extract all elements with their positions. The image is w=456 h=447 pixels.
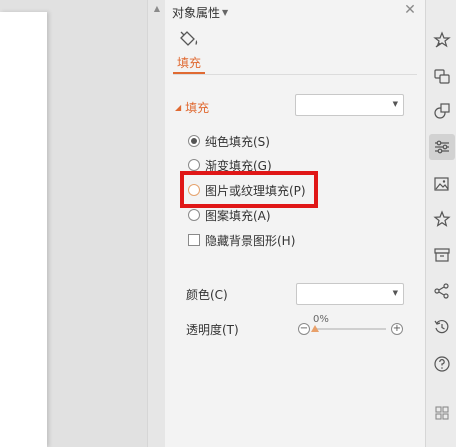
- panel-title-menu[interactable]: 对象属性 ▼: [172, 4, 228, 20]
- color-dropdown[interactable]: ▼: [296, 283, 404, 305]
- collapse-triangle-icon: ◢: [175, 103, 182, 112]
- magic-star-icon[interactable]: [429, 27, 455, 53]
- opacity-slider-track[interactable]: [315, 328, 386, 330]
- pattern-fill-radio[interactable]: [188, 209, 200, 221]
- solid-fill-option[interactable]: 纯色填充(S): [188, 132, 270, 150]
- tab-fill[interactable]: 填充: [177, 54, 201, 71]
- pattern-fill-label: 图案填充(A): [205, 208, 271, 223]
- collapse-up-icon[interactable]: ▲: [152, 4, 162, 14]
- fill-type-dropdown[interactable]: ▼: [295, 94, 404, 116]
- pattern-fill-option[interactable]: 图案填充(A): [188, 206, 271, 224]
- opacity-slider-thumb[interactable]: [311, 325, 319, 332]
- panel-splitter[interactable]: ▲: [147, 0, 165, 447]
- chevron-down-icon: ▼: [392, 289, 398, 297]
- close-icon[interactable]: ✕: [403, 3, 417, 17]
- switch-icon[interactable]: [429, 63, 455, 89]
- fill-section-toggle[interactable]: ◢ 填充: [175, 99, 209, 116]
- share-icon[interactable]: [429, 278, 455, 304]
- hide-background-checkbox[interactable]: [188, 234, 200, 246]
- chevron-down-icon: ▼: [222, 7, 229, 17]
- increase-opacity-button[interactable]: +: [391, 323, 403, 335]
- gradient-fill-radio[interactable]: [188, 159, 200, 171]
- color-label: 颜色(C): [186, 288, 228, 302]
- tab-divider: [173, 74, 417, 75]
- opacity-value: 0%: [313, 314, 329, 325]
- image-gallery-icon[interactable]: [429, 171, 455, 197]
- panel-title: 对象属性: [172, 5, 221, 20]
- opacity-label: 透明度(T): [186, 323, 239, 337]
- decrease-opacity-button[interactable]: −: [298, 323, 310, 335]
- hide-background-option[interactable]: 隐藏背景图形(H): [188, 231, 295, 249]
- fill-bucket-icon[interactable]: [177, 29, 199, 49]
- solid-fill-radio[interactable]: [188, 135, 200, 147]
- fill-section-title: 填充: [185, 101, 210, 115]
- adjust-sliders-icon[interactable]: [429, 134, 455, 160]
- star-icon[interactable]: [429, 206, 455, 232]
- right-toolbar: [425, 0, 456, 447]
- chevron-down-icon: ▼: [392, 100, 398, 108]
- shapes-icon[interactable]: [429, 98, 455, 124]
- opacity-slider-control: − 0% +: [298, 313, 406, 341]
- document-page[interactable]: [0, 12, 47, 447]
- document-canvas[interactable]: [0, 0, 147, 447]
- grid-apps-icon[interactable]: [429, 400, 455, 426]
- hide-background-label: 隐藏背景图形(H): [205, 233, 296, 248]
- help-icon[interactable]: [429, 351, 455, 377]
- archive-box-icon[interactable]: [429, 242, 455, 268]
- history-icon[interactable]: [429, 314, 455, 340]
- object-properties-panel: 对象属性 ▼ ✕ 填充 ◢ 填充 ▼ 纯色填充(S) 渐变填充(G) 图片或纹理…: [165, 0, 425, 447]
- solid-fill-label: 纯色填充(S): [205, 134, 270, 149]
- highlight-annotation-box: [180, 171, 318, 208]
